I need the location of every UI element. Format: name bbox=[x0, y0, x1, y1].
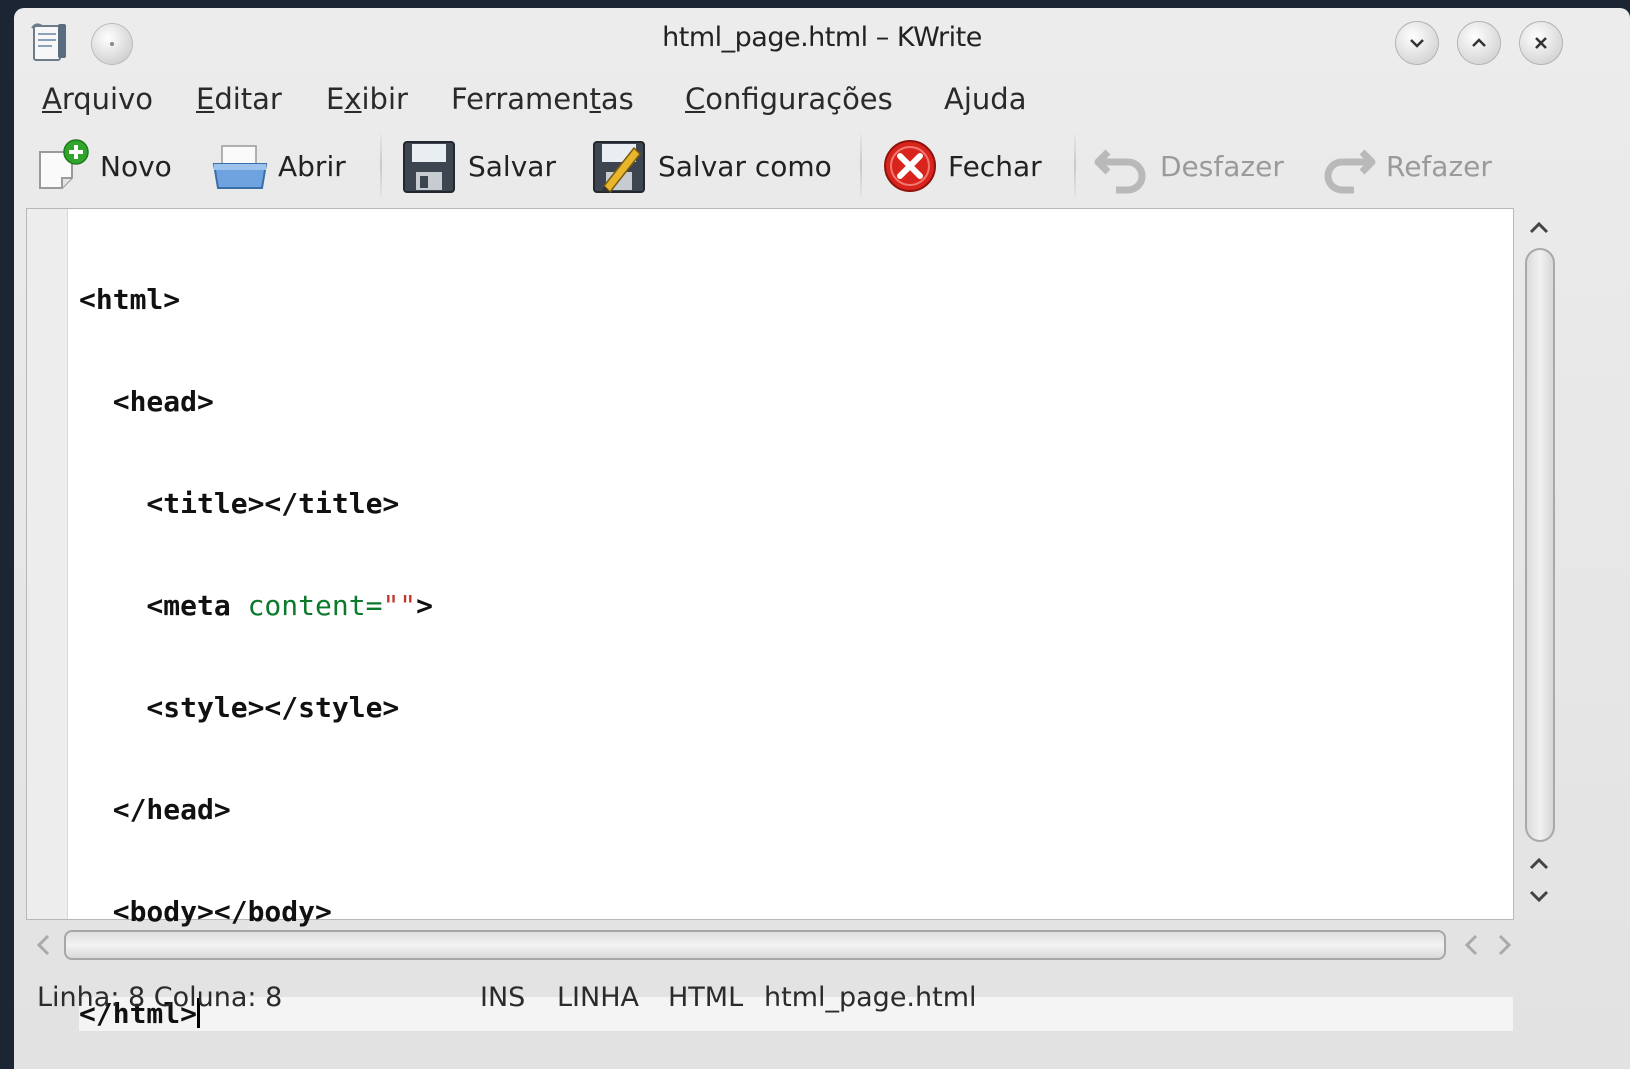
kwrite-window: html_page.html – KWrite Arquivo Editar E… bbox=[14, 8, 1630, 1069]
code-line: <style></style> bbox=[79, 691, 400, 724]
selection-mode[interactable]: LINHA bbox=[557, 982, 639, 1013]
scroll-left-icon[interactable] bbox=[32, 932, 56, 958]
redo-button-label: Refazer bbox=[1386, 149, 1492, 183]
undo-button[interactable]: Desfazer bbox=[1094, 134, 1284, 198]
syntax-mode[interactable]: HTML bbox=[668, 982, 743, 1013]
cursor-position: Linha: 8 Coluna: 8 bbox=[37, 982, 283, 1013]
scroll-up-icon[interactable] bbox=[1524, 850, 1554, 878]
toolbar-separator bbox=[1074, 134, 1076, 198]
scroll-right-icon[interactable] bbox=[1492, 932, 1516, 958]
code-line: </head> bbox=[79, 793, 231, 826]
open-button-label: Abrir bbox=[278, 149, 346, 183]
redo-arrow-icon bbox=[1320, 138, 1376, 194]
minimize-button[interactable] bbox=[1396, 22, 1438, 64]
window-title: html_page.html – KWrite bbox=[662, 22, 982, 53]
code-line: <title></title> bbox=[79, 487, 400, 520]
main-toolbar: Novo Abrir Salvar Salvar como Fechar Des… bbox=[14, 126, 1630, 208]
horizontal-scroll-thumb[interactable] bbox=[64, 930, 1446, 960]
save-as-button[interactable]: Salvar como bbox=[592, 134, 832, 198]
menu-configuracoes[interactable]: Configurações bbox=[685, 82, 893, 116]
scroll-up-icon[interactable] bbox=[1524, 214, 1554, 242]
save-button[interactable]: Salvar bbox=[402, 134, 556, 198]
status-bar: Linha: 8 Coluna: 8 INS LINHA HTML html_p… bbox=[14, 974, 1630, 1024]
chevron-down-icon bbox=[1410, 39, 1424, 48]
code-line: <meta content=""> bbox=[79, 589, 434, 622]
text-editor[interactable]: <html> <head> <title></title> <meta cont… bbox=[26, 208, 1514, 1031]
undo-arrow-icon bbox=[1094, 138, 1150, 194]
save-button-label: Salvar bbox=[468, 149, 556, 183]
code-line: <head> bbox=[79, 385, 214, 418]
menu-ajuda[interactable]: Ajuda bbox=[944, 82, 1026, 116]
close-button[interactable]: Fechar bbox=[882, 134, 1042, 198]
save-as-icon bbox=[592, 138, 648, 194]
menu-arquivo[interactable]: Arquivo bbox=[42, 82, 153, 116]
menu-exibir[interactable]: Exibir bbox=[326, 82, 408, 116]
close-button-label: Fechar bbox=[948, 149, 1042, 183]
code-line: <html> bbox=[79, 283, 181, 316]
open-button[interactable]: Abrir bbox=[212, 134, 346, 198]
editor-gutter bbox=[27, 209, 68, 919]
new-button-label: Novo bbox=[100, 149, 172, 183]
title-bar[interactable]: html_page.html – KWrite bbox=[14, 8, 1630, 70]
file-name: html_page.html bbox=[764, 982, 977, 1013]
toolbar-separator bbox=[380, 134, 382, 198]
chevron-up-icon bbox=[1472, 38, 1486, 47]
menu-editar[interactable]: Editar bbox=[196, 82, 282, 116]
vertical-scrollbar[interactable] bbox=[1514, 208, 1564, 920]
close-circle-icon bbox=[882, 138, 938, 194]
menu-bar: Arquivo Editar Exibir Ferramentas Config… bbox=[14, 70, 1630, 126]
scroll-down-icon[interactable] bbox=[1524, 882, 1554, 910]
undo-button-label: Desfazer bbox=[1160, 149, 1284, 183]
redo-button[interactable]: Refazer bbox=[1320, 134, 1492, 198]
new-document-icon bbox=[34, 138, 90, 194]
horizontal-scrollbar[interactable] bbox=[26, 920, 1536, 970]
toolbar-separator bbox=[860, 134, 862, 198]
insert-mode[interactable]: INS bbox=[480, 982, 525, 1013]
maximize-button[interactable] bbox=[1458, 22, 1500, 64]
open-folder-icon bbox=[212, 138, 268, 194]
scroll-left-icon[interactable] bbox=[1460, 932, 1484, 958]
vertical-scroll-thumb[interactable] bbox=[1525, 248, 1555, 842]
save-floppy-icon bbox=[402, 138, 458, 194]
new-button[interactable]: Novo bbox=[34, 134, 172, 198]
save-as-button-label: Salvar como bbox=[658, 149, 832, 183]
menu-ferramentas[interactable]: Ferramentas bbox=[451, 82, 634, 116]
close-window-button[interactable] bbox=[1520, 22, 1562, 64]
close-icon bbox=[1535, 37, 1547, 49]
